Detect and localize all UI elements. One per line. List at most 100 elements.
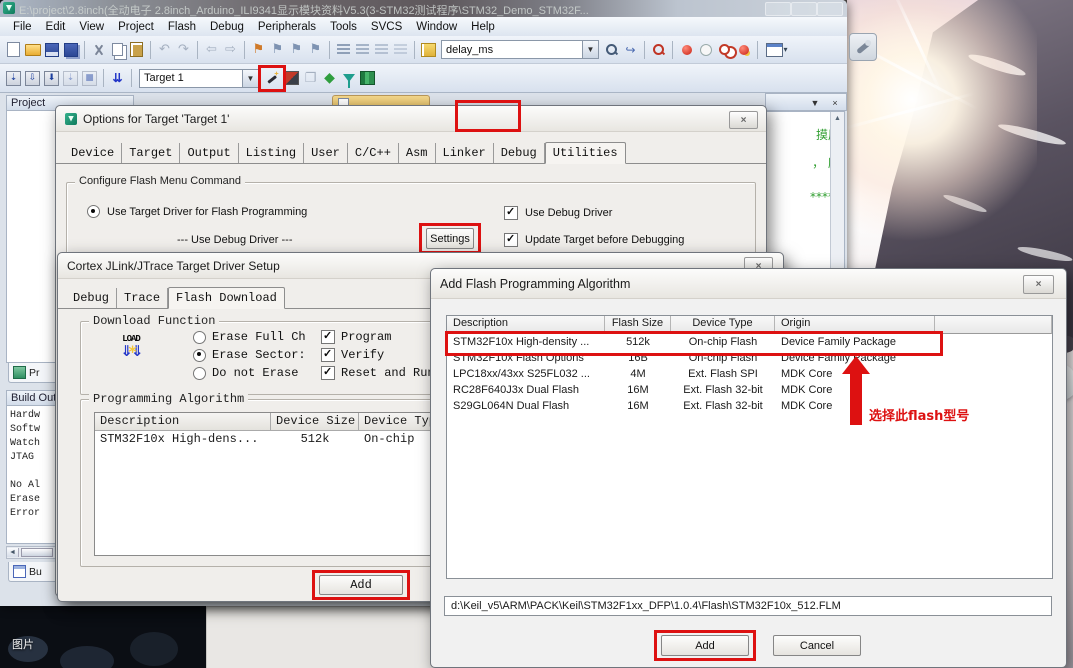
add-flash-dialog-close-icon[interactable] (1023, 275, 1054, 294)
options-dialog-close-icon[interactable] (729, 111, 758, 129)
do-not-erase-radio[interactable]: Do not Erase (193, 366, 298, 380)
tab-output[interactable]: Output (180, 143, 238, 163)
jlink-col-device-size[interactable]: Device Size (271, 413, 359, 431)
tab-cpp[interactable]: C/C++ (348, 143, 399, 163)
comment-icon[interactable] (372, 39, 391, 60)
dock-close-icon[interactable]: × (828, 96, 842, 109)
flash-table-row-stm32-options[interactable]: STM32F10x Flash Options 16B On-chip Flas… (447, 350, 1052, 366)
menu-edit[interactable]: Edit (39, 21, 73, 33)
tab-linker[interactable]: Linker (436, 143, 494, 163)
add-flash-add-button[interactable]: Add (661, 635, 749, 656)
tab-utilities[interactable]: Utilities (545, 142, 626, 164)
scroll-up-icon[interactable]: ▲ (831, 112, 844, 125)
flash-table-row-stm32-high-density[interactable]: STM32F10x High-density ... 512k On-chip … (447, 334, 1052, 350)
uncomment-icon[interactable] (391, 39, 410, 60)
chevron-down-icon[interactable]: ▼ (242, 70, 258, 87)
debug-session-icon[interactable] (649, 39, 668, 60)
new-file-icon[interactable] (4, 39, 23, 60)
symbol-combobox[interactable]: delay_ms ▼ (441, 40, 599, 59)
pack-installer-icon[interactable] (358, 68, 377, 89)
col-flash-size[interactable]: Flash Size (605, 316, 671, 334)
tab-flash-download[interactable]: Flash Download (168, 287, 285, 309)
menu-debug[interactable]: Debug (203, 21, 251, 33)
copy-icon[interactable] (108, 39, 127, 60)
scroll-left-icon[interactable]: ◄ (7, 548, 19, 557)
navigate-back-icon[interactable]: ⇦ (202, 39, 221, 60)
open-file-icon[interactable] (23, 39, 42, 60)
bookmark-next-icon[interactable]: ⚑ (287, 39, 306, 60)
breakpoint-icon[interactable] (677, 39, 696, 60)
options-for-target-button[interactable] (262, 68, 282, 89)
bookmark-toggle-icon[interactable]: ⚑ (249, 39, 268, 60)
col-description[interactable]: Description (447, 316, 605, 334)
tab-user[interactable]: User (304, 143, 348, 163)
desktop-icon-label[interactable]: 图片 (12, 636, 34, 652)
use-target-driver-radio[interactable]: Use Target Driver for Flash Programming (87, 205, 307, 218)
disable-breakpoint-icon[interactable] (696, 39, 715, 60)
options-dialog-titlebar[interactable]: Options for Target 'Target 1' (56, 106, 766, 132)
cut-icon[interactable] (89, 39, 108, 60)
navigate-forward-icon[interactable]: ⇨ (221, 39, 240, 60)
tab-listing[interactable]: Listing (239, 143, 304, 163)
reset-and-run-checkbox[interactable]: Reset and Run (321, 366, 435, 380)
program-checkbox[interactable]: Program (321, 330, 391, 344)
kill-all-breakpoints-icon[interactable] (734, 39, 753, 60)
bookmark-prev-icon[interactable]: ⚑ (268, 39, 287, 60)
menu-project[interactable]: Project (111, 21, 161, 33)
add-flash-dialog-titlebar[interactable]: Add Flash Programming Algorithm (431, 269, 1066, 299)
redo-icon[interactable]: ↷ (174, 39, 193, 60)
find-in-files-icon[interactable] (602, 39, 621, 60)
maximize-button[interactable] (791, 2, 817, 16)
menu-help[interactable]: Help (464, 21, 502, 33)
file-extensions-icon[interactable]: ❐ (301, 68, 320, 89)
floating-configure-button[interactable] (849, 33, 877, 61)
undo-icon[interactable]: ↶ (155, 39, 174, 60)
jlink-add-button[interactable]: Add (319, 575, 403, 595)
target-combobox[interactable]: Target 1 ▼ (139, 69, 259, 88)
close-button[interactable] (817, 2, 843, 16)
menu-flash[interactable]: Flash (161, 21, 203, 33)
manage-run-time-environment-icon[interactable]: ◆ (320, 68, 339, 89)
jlink-col-description[interactable]: Description (95, 413, 271, 431)
window-layout-icon[interactable]: ▾ (762, 39, 792, 60)
unindent-icon[interactable] (353, 39, 372, 60)
menu-window[interactable]: Window (409, 21, 464, 33)
save-icon[interactable] (42, 39, 61, 60)
menu-svcs[interactable]: SVCS (364, 21, 409, 33)
menu-tools[interactable]: Tools (323, 21, 364, 33)
manage-project-items-icon[interactable] (282, 68, 301, 89)
flm-path-field[interactable]: d:\Keil_v5\ARM\PACK\Keil\STM32F1xx_DFP\1… (444, 596, 1052, 616)
window-titlebar[interactable]: E:\project\2.8inch(全动电子 2.8inch_Arduino_… (0, 0, 847, 17)
dock-menu-icon[interactable]: ▼ (808, 96, 822, 109)
update-target-checkbox[interactable]: Update Target before Debugging (504, 233, 684, 247)
translate-file-icon[interactable]: ⇣ (4, 68, 23, 89)
erase-sector-radio[interactable]: Erase Sector: (193, 348, 306, 362)
chevron-down-icon[interactable]: ▼ (582, 41, 598, 58)
save-all-icon[interactable] (61, 39, 80, 60)
verify-checkbox[interactable]: Verify (321, 348, 384, 362)
batch-build-icon[interactable]: ⇣ (61, 68, 80, 89)
tab-target[interactable]: Target (122, 143, 180, 163)
grep-hand-icon[interactable]: ↪ (621, 39, 640, 60)
build-target-icon[interactable]: ⇩ (23, 68, 42, 89)
menu-peripherals[interactable]: Peripherals (251, 21, 323, 33)
rebuild-all-icon[interactable]: ⬇ (42, 68, 61, 89)
download-to-flash-icon[interactable]: ⇊ (108, 68, 127, 89)
tab-debug[interactable]: Debug (494, 143, 545, 163)
paste-icon[interactable] (127, 39, 146, 60)
scrollbar-thumb[interactable] (21, 548, 53, 557)
select-software-packs-icon[interactable] (339, 68, 358, 89)
build-pane-tab[interactable]: Bu (8, 562, 62, 582)
tab-device[interactable]: Device (64, 143, 122, 163)
flash-algorithm-table[interactable]: Description Flash Size Device Type Origi… (446, 315, 1053, 579)
flash-table-row-lpc18xx[interactable]: LPC18xx/43xx S25FL032 ... 4M Ext. Flash … (447, 366, 1052, 382)
erase-full-radio[interactable]: Erase Full Ch (193, 330, 306, 344)
use-debug-driver-checkbox[interactable]: Use Debug Driver (504, 206, 612, 220)
settings-button[interactable]: Settings (426, 228, 474, 249)
indent-icon[interactable] (334, 39, 353, 60)
add-flash-cancel-button[interactable]: Cancel (773, 635, 861, 656)
minimize-button[interactable] (765, 2, 791, 16)
bookmark-clear-icon[interactable]: ⚑ (306, 39, 325, 60)
col-origin[interactable]: Origin (775, 316, 935, 334)
tab-jlink-debug[interactable]: Debug (66, 288, 117, 308)
